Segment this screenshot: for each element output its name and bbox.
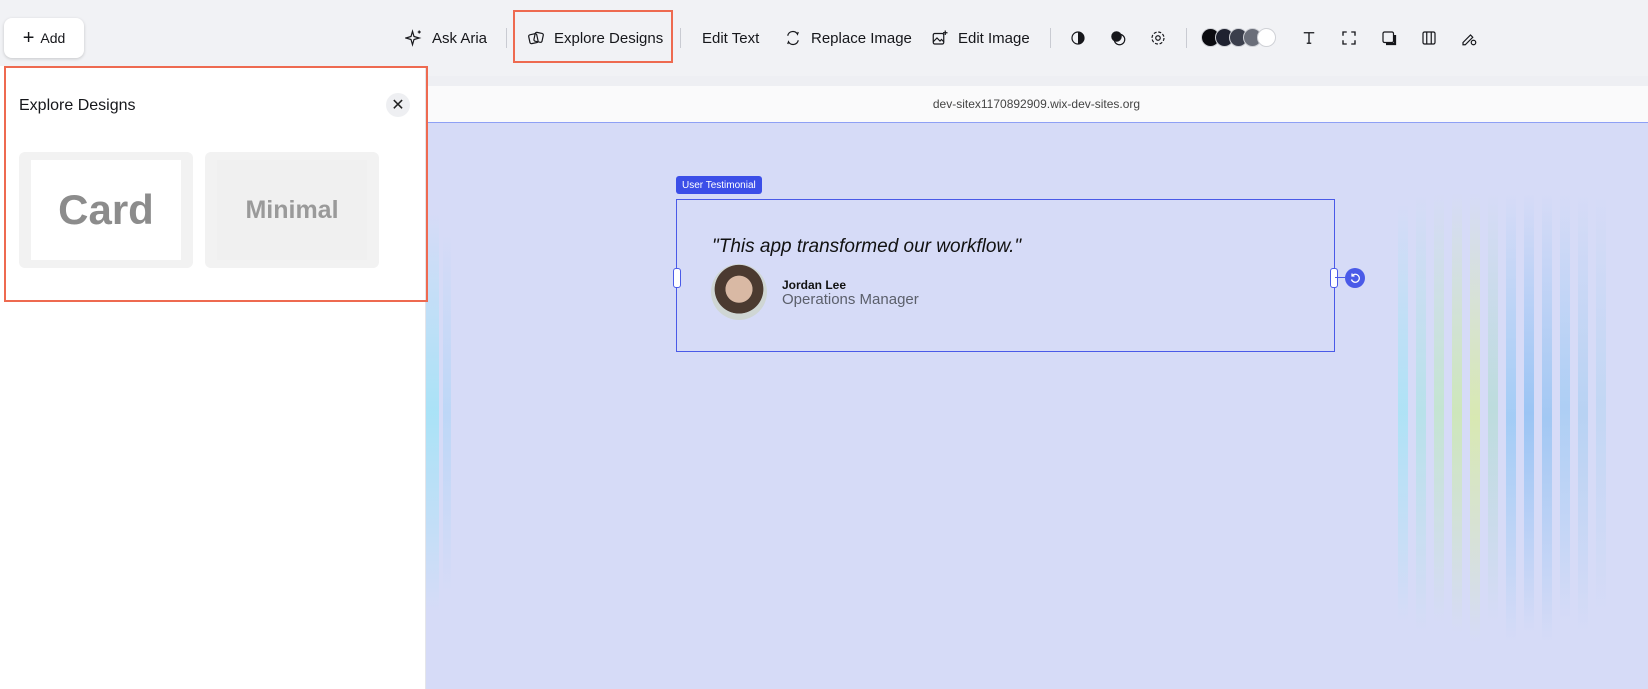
design-settings-icon xyxy=(1462,34,1477,46)
decor-bar xyxy=(1506,193,1516,643)
layout-icon xyxy=(1422,31,1436,45)
shadow-icon xyxy=(1382,31,1397,46)
add-button[interactable]: + Add xyxy=(4,18,84,58)
close-icon: ✕ xyxy=(391,97,405,114)
decor-bar xyxy=(1524,193,1534,633)
close-button[interactable]: ✕ xyxy=(386,93,410,117)
replace-icon xyxy=(787,30,799,46)
replace-image-label: Replace Image xyxy=(811,29,912,47)
edit-image-icon xyxy=(932,30,948,45)
shadow-button[interactable] xyxy=(1377,26,1401,50)
testimonial-name: Jordan Lee xyxy=(782,278,847,292)
top-toolbar: + Add Ask Aria Explore Designs Edit Text… xyxy=(0,0,1648,76)
swatch xyxy=(1257,28,1276,47)
resize-icon xyxy=(1342,31,1356,45)
testimonial-quote: "This app transformed our workflow." xyxy=(712,236,1022,257)
ask-aria-button[interactable]: Ask Aria xyxy=(405,22,487,54)
rotate-connector xyxy=(1335,277,1345,278)
decor-bar xyxy=(1542,193,1552,643)
decor-bar xyxy=(1578,193,1588,633)
site-url: dev-sitex1170892909.wix-dev-sites.org xyxy=(932,97,1141,111)
resize-handle-right[interactable] xyxy=(1330,268,1338,288)
edit-image-button[interactable]: Edit Image xyxy=(931,22,1030,54)
decor-bar xyxy=(1434,193,1444,623)
fill-button[interactable] xyxy=(1106,26,1130,50)
panel-title: Explore Designs xyxy=(19,97,136,114)
settings-icon xyxy=(1151,31,1165,45)
settings-button[interactable] xyxy=(1146,26,1170,50)
decor-bar xyxy=(1488,193,1498,623)
design-preview: Minimal xyxy=(217,160,367,260)
explore-designs-highlight xyxy=(513,10,673,63)
decor-bar xyxy=(1596,193,1606,613)
explore-designs-panel: Explore Designs ✕ Card Minimal xyxy=(0,66,426,689)
color-swatches[interactable] xyxy=(1201,28,1281,48)
layout-button[interactable] xyxy=(1417,26,1441,50)
decor-bar xyxy=(1416,193,1426,633)
decor-bar xyxy=(1452,193,1462,633)
testimonial-box[interactable]: "This app transformed our workflow." Jor… xyxy=(673,199,1338,352)
decorative-bars-right xyxy=(1388,193,1648,643)
edit-text-label: Edit Text xyxy=(702,29,760,47)
divider xyxy=(1050,28,1051,48)
contrast-button[interactable] xyxy=(1066,26,1090,50)
divider xyxy=(1186,28,1187,48)
resize-button[interactable] xyxy=(1337,26,1361,50)
url-bar: dev-sitex1170892909.wix-dev-sites.org xyxy=(425,86,1648,124)
resize-handle-left[interactable] xyxy=(673,268,681,288)
decor-bar xyxy=(1560,193,1570,623)
edit-text-button[interactable]: Edit Text xyxy=(702,22,759,54)
testimonial-role: Operations Manager xyxy=(782,291,919,308)
sparkle-icon xyxy=(405,29,422,47)
divider xyxy=(680,28,681,48)
decor-bar xyxy=(425,213,439,613)
text-style-icon xyxy=(1303,32,1315,44)
add-label: Add xyxy=(40,30,66,46)
selection-tag: User Testimonial xyxy=(676,176,762,194)
contrast-icon xyxy=(1071,31,1085,45)
plus-icon: + xyxy=(22,27,35,49)
decor-bar xyxy=(1398,203,1408,623)
text-style-button[interactable] xyxy=(1297,26,1321,50)
rotate-button[interactable] xyxy=(1345,268,1365,288)
design-option-minimal[interactable]: Minimal xyxy=(205,152,379,268)
decorative-bars-left xyxy=(425,213,461,613)
design-preview: Card xyxy=(31,160,181,260)
fill-icon xyxy=(1111,31,1126,46)
rotate-icon xyxy=(1350,273,1360,283)
ask-aria-label: Ask Aria xyxy=(432,29,488,47)
replace-image-button[interactable]: Replace Image xyxy=(784,22,912,54)
edit-image-label: Edit Image xyxy=(958,29,1030,47)
decor-bar xyxy=(1470,193,1480,643)
design-option-card[interactable]: Card xyxy=(19,152,193,268)
avatar xyxy=(711,264,767,320)
design-settings-button[interactable] xyxy=(1457,26,1481,50)
decor-bar xyxy=(443,233,451,593)
divider xyxy=(506,28,507,48)
